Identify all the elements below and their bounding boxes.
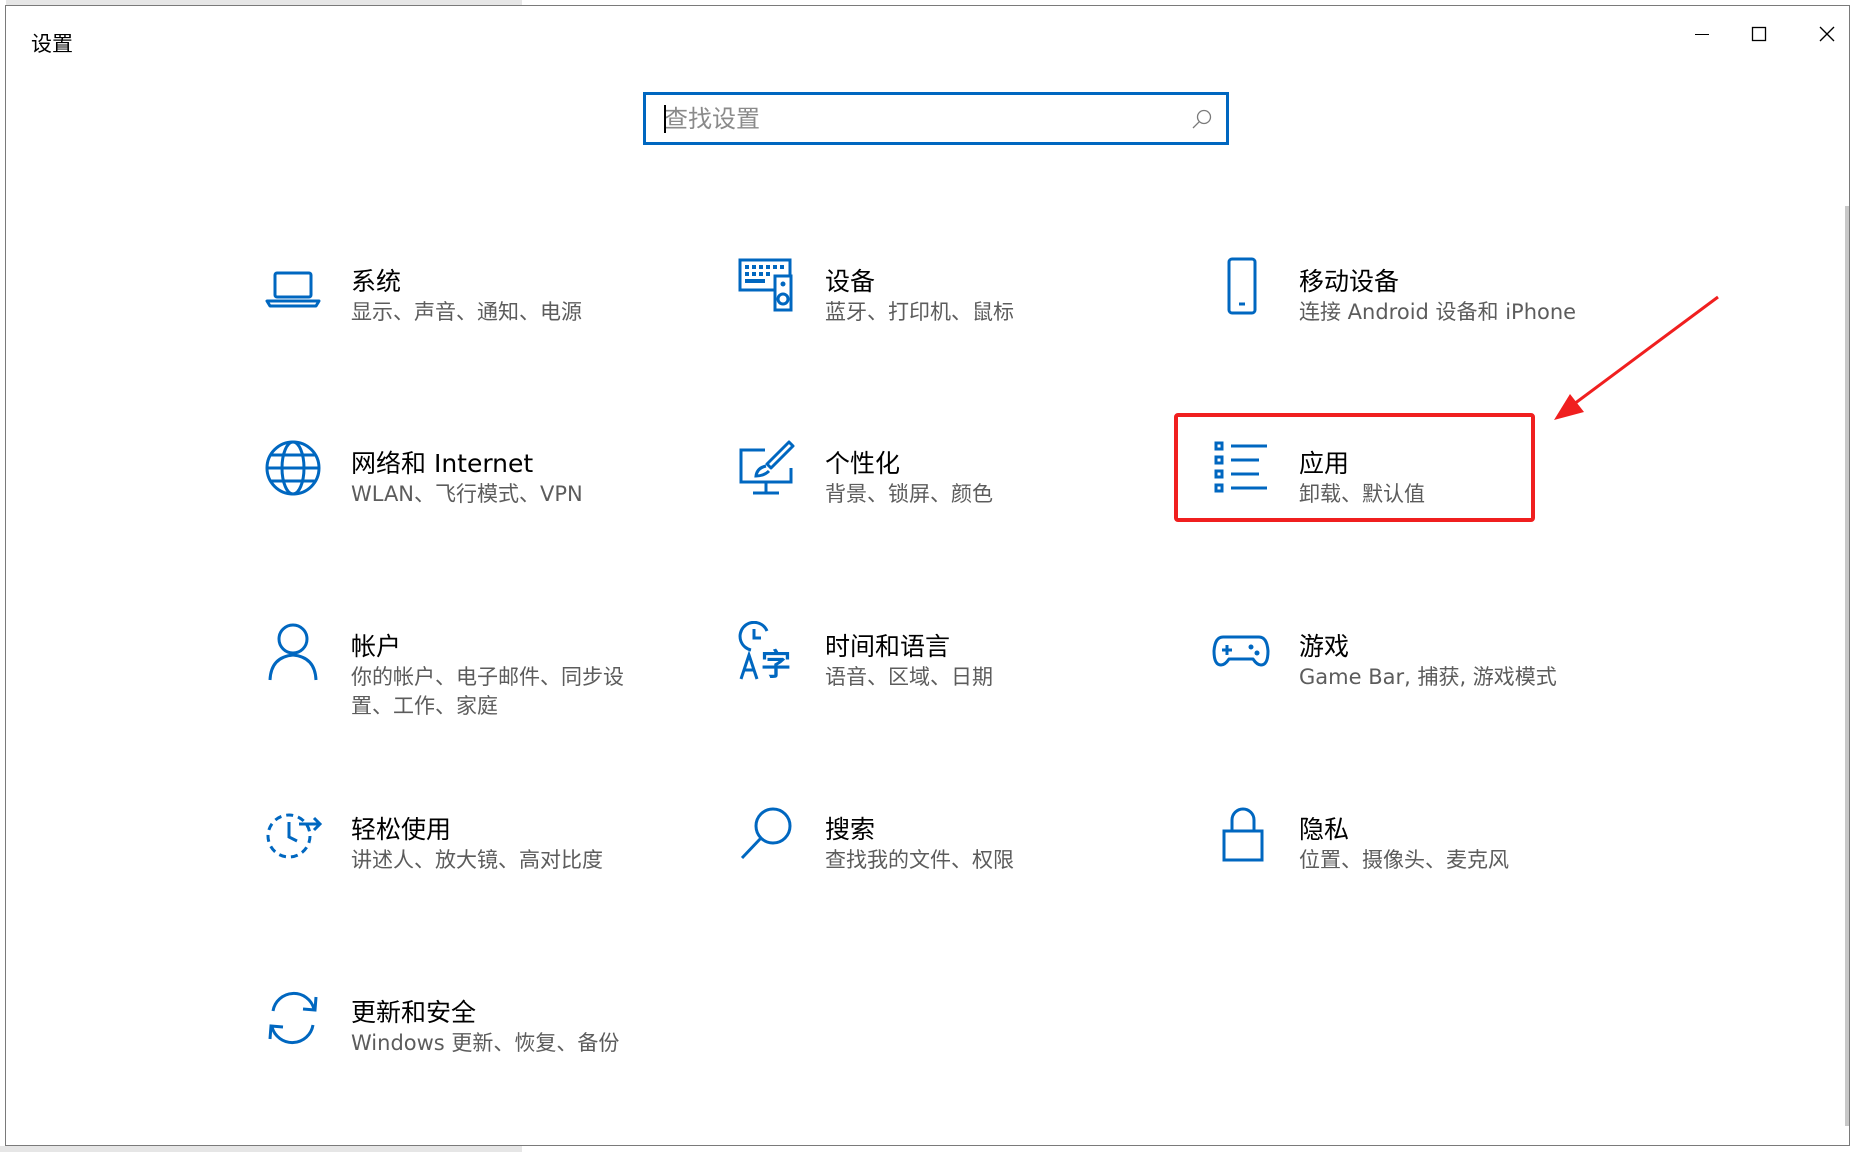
tile-update-security[interactable]: 更新和安全 Windows 更新、恢复、备份 [263,987,723,1107]
settings-window: 设置 系统 显示、声音、通知、电源 [5,5,1850,1146]
tile-title: 隐私 [1299,815,1350,844]
tile-title: 网络和 Internet [351,449,534,478]
tile-devices[interactable]: 设备 蓝牙、打印机、鼠标 [737,256,1197,376]
tile-description: WLAN、飞行模式、VPN [351,482,583,506]
close-icon [1819,26,1834,42]
window-title: 设置 [31,32,73,56]
tile-description: 位置、摄像头、麦克风 [1299,848,1509,872]
tile-description: 连接 Android 设备和 iPhone [1299,300,1577,324]
tile-description: 你的帐户、电子邮件、同步设置、工作、家庭 [351,665,624,718]
tile-time-language[interactable]: 字 时间和语言 语音、区域、日期 [737,621,1197,741]
tile-description: 蓝牙、打印机、鼠标 [825,300,1014,324]
tile-description: 查找我的文件、权限 [825,848,1014,872]
tile-description: Game Bar, 捕获, 游戏模式 [1299,665,1557,689]
tile-description: 显示、声音、通知、电源 [351,300,582,324]
tile-description: 讲述人、放大镜、高对比度 [351,848,603,872]
magnifier-icon [740,807,792,860]
search-box[interactable] [643,92,1229,145]
tile-network[interactable]: 网络和 Internet WLAN、飞行模式、VPN [263,438,723,558]
tile-title: 系统 [351,267,402,296]
lock-icon [1222,807,1264,862]
apps-list-icon [1214,441,1267,493]
tile-description: Windows 更新、恢复、备份 [351,1031,620,1055]
tile-title: 帐户 [351,632,402,661]
paint-icon [739,440,795,495]
tile-description: 卸载、默认值 [1299,482,1425,506]
tile-title: 搜索 [825,815,876,844]
phone-icon [1227,257,1257,315]
tile-ease-of-access[interactable]: 轻松使用 讲述人、放大镜、高对比度 [263,804,723,924]
tile-system[interactable]: 系统 显示、声音、通知、电源 [263,256,723,376]
tile-title: 时间和语言 [825,632,951,661]
tile-title: 移动设备 [1299,267,1400,296]
refresh-icon [268,991,318,1045]
tile-apps[interactable]: 应用 卸载、默认值 [1211,438,1671,558]
time-language-icon: 字 [738,621,791,681]
tile-title: 更新和安全 [351,998,477,1027]
tile-gaming[interactable]: 游戏 Game Bar, 捕获, 游戏模式 [1211,621,1671,741]
minimize-icon [1694,34,1709,35]
person-icon [268,623,318,681]
text-caret [664,105,666,133]
tile-privacy[interactable]: 隐私 位置、摄像头、麦克风 [1211,804,1671,924]
tile-personalization[interactable]: 个性化 背景、锁屏、颜色 [737,438,1197,558]
tile-title: 轻松使用 [351,815,452,844]
tile-description: 背景、锁屏、颜色 [825,482,993,506]
tile-title: 应用 [1299,449,1350,478]
ease-of-access-icon [266,813,323,859]
search-input[interactable] [664,95,1184,142]
tile-phone[interactable]: 移动设备 连接 Android 设备和 iPhone [1211,256,1671,376]
tile-title: 游戏 [1299,632,1350,661]
tile-title: 个性化 [825,449,901,478]
tile-accounts[interactable]: 帐户 你的帐户、电子邮件、同步设置、工作、家庭 [263,621,723,741]
scrollbar[interactable] [1845,206,1849,1126]
tile-title: 设备 [825,267,876,296]
gamepad-icon [1212,635,1270,667]
search-icon[interactable] [1190,107,1214,131]
maximize-button[interactable] [1724,6,1793,62]
tile-search[interactable]: 搜索 查找我的文件、权限 [737,804,1197,924]
maximize-icon [1751,26,1766,42]
tile-description: 语音、区域、日期 [825,665,993,689]
background-strip-bottom [0,1146,522,1152]
devices-icon [738,258,793,312]
globe-icon [265,440,321,496]
svg-text:字: 字 [761,648,791,681]
close-button[interactable] [1792,6,1857,62]
laptop-icon [265,271,321,308]
